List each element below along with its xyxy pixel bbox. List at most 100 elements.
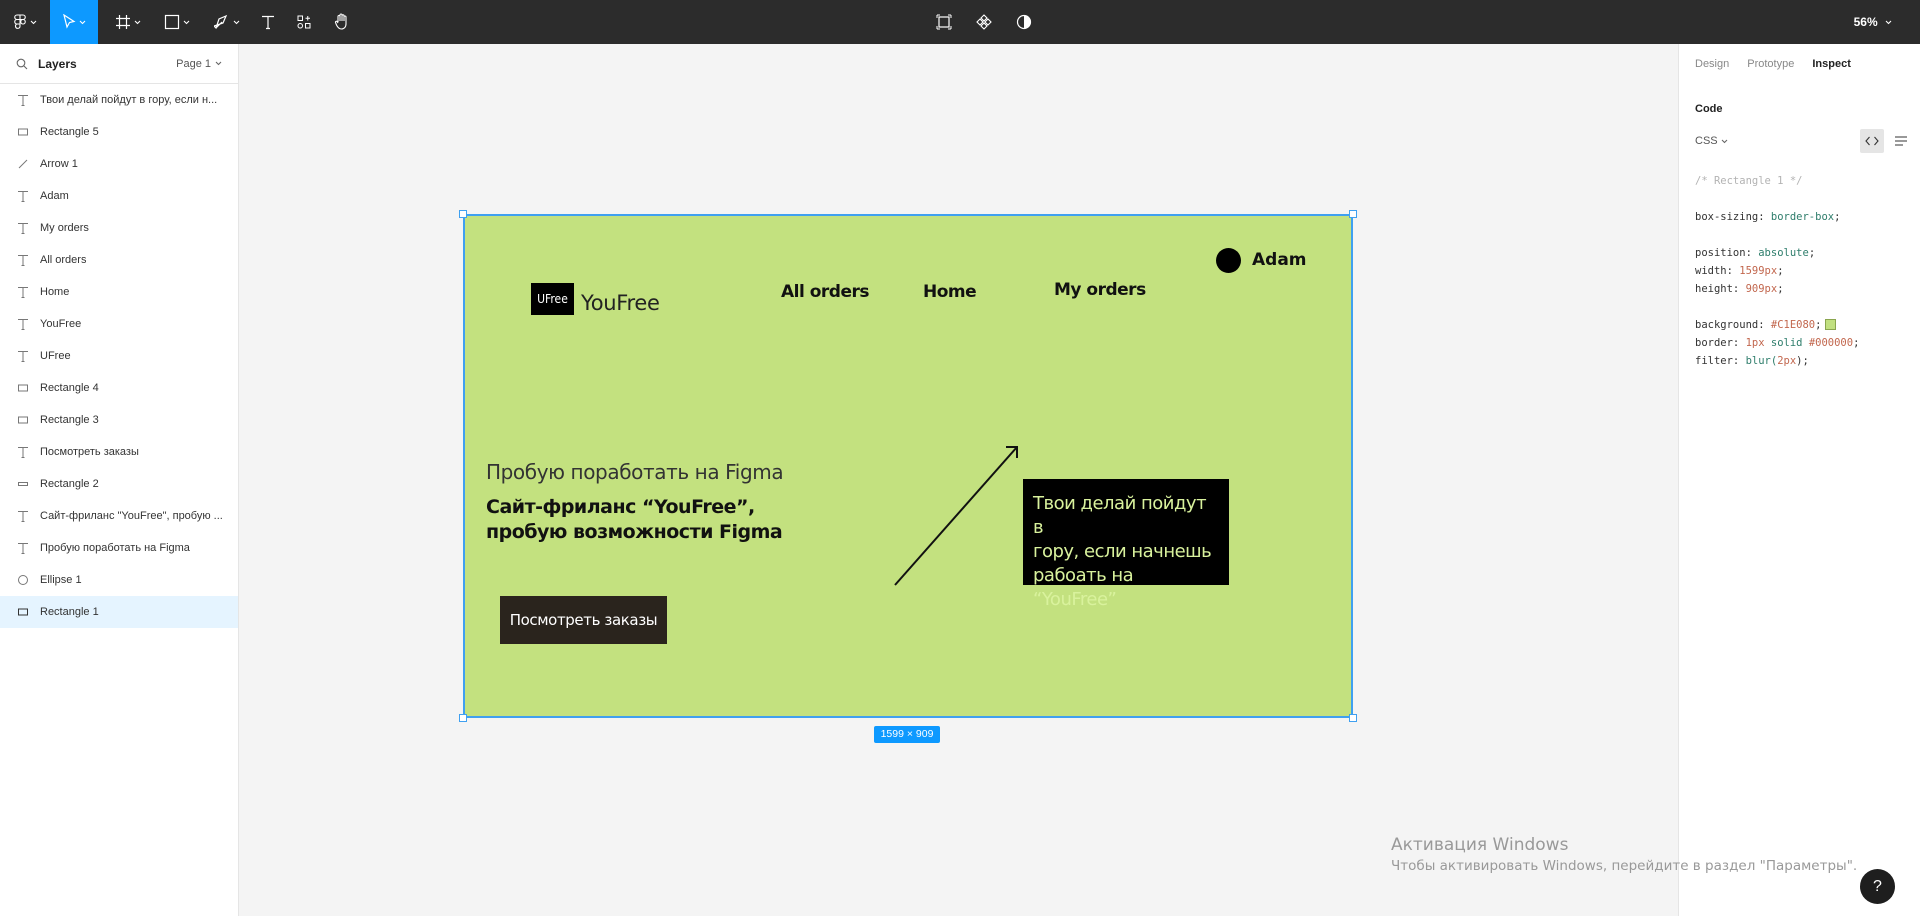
contrast-button[interactable] xyxy=(1008,0,1040,44)
resize-handle-bottom-right[interactable] xyxy=(1349,714,1357,722)
layer-item[interactable]: Arrow 1 xyxy=(0,148,238,180)
code-value: blur( xyxy=(1745,355,1778,367)
layer-item[interactable]: All orders xyxy=(0,244,238,276)
rectangle-layer-icon xyxy=(16,125,30,139)
layer-name: Rectangle 2 xyxy=(40,478,99,490)
resize-handle-top-left[interactable] xyxy=(459,210,467,218)
resize-handle-top-right[interactable] xyxy=(1349,210,1357,218)
code-view-button[interactable] xyxy=(1860,129,1884,153)
layer-item[interactable]: Пробую поработать на Figma xyxy=(0,532,238,564)
headline[interactable]: Сайт-фриланс “YouFree”, пробую возможнос… xyxy=(486,495,806,545)
promo-line-3: рабоать на “YouFree” xyxy=(1033,565,1134,610)
arrow-layer-icon xyxy=(16,157,30,171)
help-button[interactable]: ? xyxy=(1860,869,1895,904)
components-button[interactable] xyxy=(968,0,1000,44)
promo-box[interactable]: Твои делай пойдут в гору, если начнешь р… xyxy=(1023,479,1229,610)
code-value: 2px xyxy=(1777,355,1797,367)
code-icon xyxy=(1865,136,1879,146)
layer-item[interactable]: Твои делай пойдут в гору, если н... xyxy=(0,84,238,116)
layer-item[interactable]: Rectangle 1 xyxy=(0,596,238,628)
layer-item[interactable]: Rectangle 2 xyxy=(0,468,238,500)
chevron-down-icon xyxy=(30,20,37,24)
layer-item[interactable]: Сайт-фриланс "YouFree", пробую ... xyxy=(0,500,238,532)
code-key: box-sizing: xyxy=(1695,211,1765,223)
layer-item[interactable]: Ellipse 1 xyxy=(0,564,238,596)
layer-name: Пробую поработать на Figma xyxy=(40,542,190,554)
text-layer-icon xyxy=(16,317,30,331)
layers-title[interactable]: Layers xyxy=(38,57,77,71)
user-name[interactable]: Adam xyxy=(1252,250,1307,270)
shape-tool-icon xyxy=(164,14,180,30)
text-tool-icon xyxy=(262,15,274,30)
layer-item[interactable]: Rectangle 3 xyxy=(0,404,238,436)
code-key: background: xyxy=(1695,319,1765,331)
layer-name: All orders xyxy=(40,254,87,266)
nav-home[interactable]: Home xyxy=(923,282,977,302)
pen-tool-button[interactable] xyxy=(206,0,248,44)
layer-name: Rectangle 3 xyxy=(40,414,99,426)
rectangle-layer-icon xyxy=(16,477,30,491)
nav-my-orders[interactable]: My orders xyxy=(1054,280,1146,300)
layer-item[interactable]: YouFree xyxy=(0,308,238,340)
code-language-select[interactable]: CSS xyxy=(1695,135,1728,147)
layer-item[interactable]: Посмотреть заказы xyxy=(0,436,238,468)
windows-activation-title: Активация Windows xyxy=(1391,835,1569,855)
text-layer-icon xyxy=(16,445,30,459)
select-frame-button[interactable] xyxy=(928,0,960,44)
code-key: width: xyxy=(1695,265,1733,277)
avatar[interactable] xyxy=(1216,248,1241,273)
resources-icon xyxy=(297,15,311,29)
code-value: absolute xyxy=(1758,247,1809,259)
frame-size-badge: 1599 × 909 xyxy=(874,726,940,743)
layer-name: Arrow 1 xyxy=(40,158,78,170)
tab-prototype[interactable]: Prototype xyxy=(1747,58,1794,70)
view-orders-button[interactable]: Посмотреть заказы xyxy=(500,596,667,644)
layer-name: Rectangle 4 xyxy=(40,382,99,394)
tab-design[interactable]: Design xyxy=(1695,58,1729,70)
rectangle-layer-icon xyxy=(16,381,30,395)
layer-name: Сайт-фриланс "YouFree", пробую ... xyxy=(40,510,223,522)
headline-line-1: Сайт-фриланс “YouFree”, xyxy=(486,496,755,518)
move-tool-button[interactable] xyxy=(50,0,98,44)
layer-item[interactable]: My orders xyxy=(0,212,238,244)
layer-list: Твои делай пойдут в гору, если н... Recta… xyxy=(0,84,238,628)
page-selector[interactable]: Page 1 xyxy=(176,58,222,70)
subtitle[interactable]: Пробую поработать на Figma xyxy=(486,460,784,484)
layer-item[interactable]: Rectangle 4 xyxy=(0,372,238,404)
nav-all-orders[interactable]: All orders xyxy=(781,282,870,302)
search-icon[interactable] xyxy=(16,58,28,70)
list-view-button[interactable] xyxy=(1889,129,1913,153)
layer-item[interactable]: UFree xyxy=(0,340,238,372)
layer-name: UFree xyxy=(40,350,71,362)
layer-name: Home xyxy=(40,286,70,298)
layer-item[interactable]: Adam xyxy=(0,180,238,212)
list-icon xyxy=(1895,136,1907,146)
color-swatch[interactable] xyxy=(1825,319,1837,330)
panel-tabs: Design Prototype Inspect xyxy=(1679,44,1920,84)
arrow-1[interactable] xyxy=(890,440,1020,590)
tab-inspect[interactable]: Inspect xyxy=(1812,58,1851,70)
shape-tool-button[interactable] xyxy=(156,0,198,44)
headline-line-2: пробую возможности Figma xyxy=(486,521,783,543)
zoom-level[interactable]: 56% xyxy=(1854,0,1892,44)
figma-menu-button[interactable] xyxy=(6,0,44,44)
logo-text[interactable]: YouFree xyxy=(581,291,660,315)
frame-tool-button[interactable] xyxy=(108,0,148,44)
layer-item[interactable]: Rectangle 5 xyxy=(0,116,238,148)
text-layer-icon xyxy=(16,541,30,555)
pen-tool-icon xyxy=(214,14,228,30)
code-section-title: Code xyxy=(1695,103,1723,115)
code-value: 1px xyxy=(1745,337,1765,349)
resize-handle-bottom-left[interactable] xyxy=(459,714,467,722)
text-layer-icon xyxy=(16,221,30,235)
resources-button[interactable] xyxy=(288,0,320,44)
css-code-block[interactable]: /* Rectangle 1 */ box-sizing: border-box… xyxy=(1695,172,1859,370)
hand-tool-button[interactable] xyxy=(326,0,358,44)
text-layer-icon xyxy=(16,349,30,363)
logo-badge[interactable]: UFree xyxy=(531,283,574,315)
chevron-down-icon xyxy=(79,20,86,24)
page-name: Page 1 xyxy=(176,57,211,70)
ellipse-layer-icon xyxy=(16,573,30,587)
text-tool-button[interactable] xyxy=(252,0,284,44)
layer-item[interactable]: Home xyxy=(0,276,238,308)
